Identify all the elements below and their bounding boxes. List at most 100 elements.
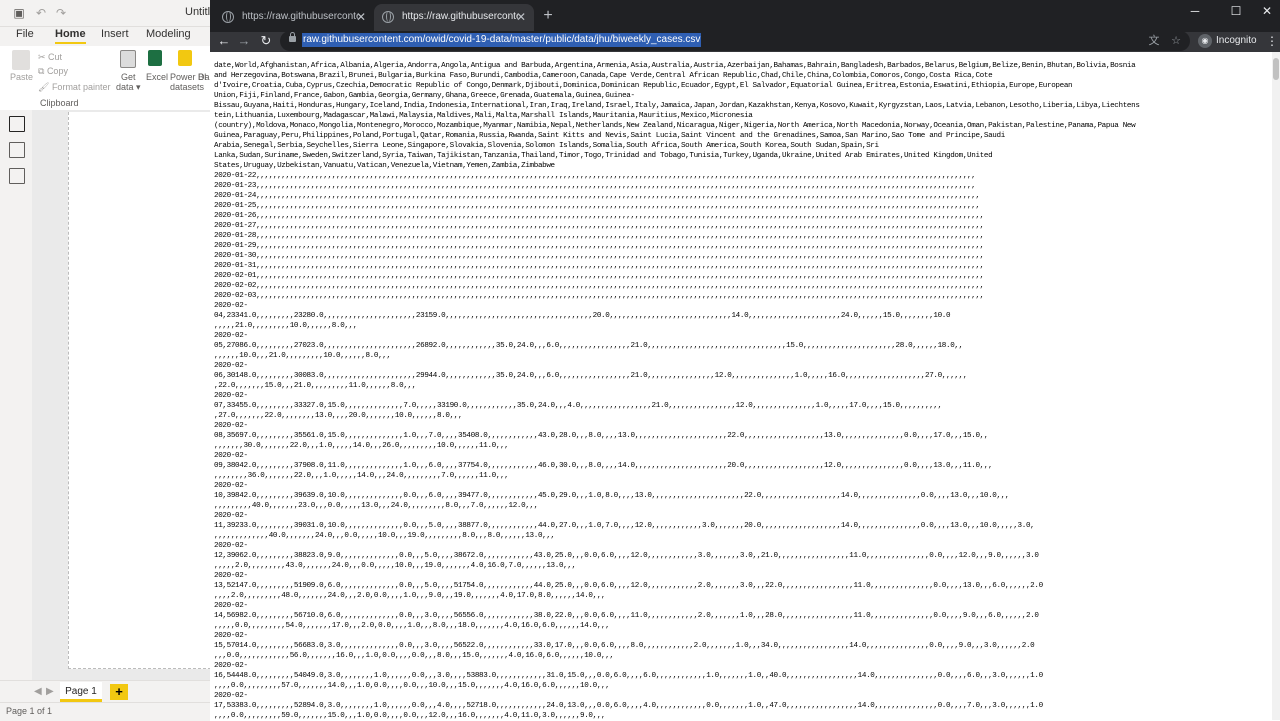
- more-menu-icon[interactable]: ⋮: [1266, 33, 1278, 49]
- csv-line: 2020-02-02,,,,,,,,,,,,,,,,,,,,,,,,,,,,,,…: [214, 282, 984, 290]
- vertical-scrollbar[interactable]: [1272, 52, 1280, 720]
- back-button[interactable]: ←: [216, 33, 232, 49]
- csv-line: 06,30148.0,,,,,,,,,30083.0,,,,,,,,,,,,,,…: [214, 372, 968, 380]
- scrollbar-thumb[interactable]: [1273, 58, 1279, 80]
- page-tab[interactable]: Page 1: [60, 682, 102, 702]
- csv-line: 2020-02-: [214, 422, 248, 430]
- csv-line: 2020-01-24,,,,,,,,,,,,,,,,,,,,,,,,,,,,,,…: [214, 192, 980, 200]
- csv-line: 2020-01-29,,,,,,,,,,,,,,,,,,,,,,,,,,,,,,…: [214, 242, 984, 250]
- csv-line: 07,33455.0,,,,,,,,,33327.0,15.0,,,,,,,,,…: [214, 402, 942, 410]
- tab-2[interactable]: https://raw.githubusercontent.co ✕: [374, 4, 534, 32]
- view-switcher: [0, 110, 33, 704]
- translate-icon[interactable]: 文: [1147, 34, 1161, 48]
- close-tab-2-icon[interactable]: ✕: [516, 4, 526, 30]
- get-data-dropdown[interactable]: data ▾: [116, 82, 141, 93]
- model-view-icon[interactable]: [9, 168, 25, 184]
- forward-button[interactable]: →: [236, 33, 252, 49]
- copy-label: Copy: [46, 66, 68, 76]
- powerbi-titlebar: ▣ ↶ ↷ Untitle: [0, 0, 216, 27]
- format-painter-button[interactable]: 🖌 Format painter: [38, 82, 110, 93]
- csv-line: 2020-02-: [214, 302, 248, 310]
- csv-line: 05,27086.0,,,,,,,,,27023.0,,,,,,,,,,,,,,…: [214, 342, 963, 350]
- close-window-button[interactable]: ✕: [1256, 4, 1278, 18]
- menu-insert[interactable]: Insert: [101, 28, 129, 40]
- prev-page-icon[interactable]: ◀: [34, 686, 42, 697]
- copy-button[interactable]: ⧉ Copy: [38, 66, 68, 77]
- browser-window: https://raw.githubusercontent.co ✕ https…: [210, 0, 1280, 720]
- csv-line: 2020-02-: [214, 452, 248, 460]
- csv-line: ,22.0,,,,,,,15.0,,,21.0,,,,,,,,,11.0,,,,…: [214, 382, 416, 390]
- csv-line: 2020-01-27,,,,,,,,,,,,,,,,,,,,,,,,,,,,,,…: [214, 222, 984, 230]
- csv-line: 2020-02-03,,,,,,,,,,,,,,,,,,,,,,,,,,,,,,…: [214, 292, 984, 300]
- url-text[interactable]: raw.githubusercontent.com/owid/covid-19-…: [302, 33, 702, 47]
- csv-line: ,,,0.0,,,,,,,,,,,,56.0,,,,,,,16.0,,,1.0,…: [214, 652, 614, 660]
- undo-icon[interactable]: ↶: [34, 6, 48, 20]
- close-tab-1-icon[interactable]: ✕: [356, 4, 366, 30]
- datasets-label: datasets: [170, 82, 205, 92]
- tab-1[interactable]: https://raw.githubusercontent.co ✕: [214, 4, 374, 32]
- data-view-icon[interactable]: [9, 142, 25, 158]
- incognito-label: Incognito: [1216, 35, 1257, 46]
- tab-strip: https://raw.githubusercontent.co ✕ https…: [210, 0, 1280, 32]
- page-content: date,World,Afghanistan,Africa,Albania,Al…: [210, 52, 1280, 720]
- menu-home[interactable]: Home: [55, 28, 86, 44]
- redo-icon[interactable]: ↷: [54, 6, 68, 20]
- powerbi-menu: File Home Insert Modeling: [0, 26, 210, 46]
- minimize-button[interactable]: ─: [1184, 4, 1206, 18]
- new-tab-button[interactable]: +: [540, 8, 556, 24]
- get-data-icon[interactable]: [120, 50, 136, 68]
- csv-line: 09,38042.0,,,,,,,,,37908.0,11.0,,,,,,,,,…: [214, 462, 993, 470]
- csv-line: 2020-02-: [214, 602, 248, 610]
- status-bar: Page 1 of 1: [0, 702, 210, 721]
- add-page-button[interactable]: +: [110, 684, 128, 700]
- format-painter-label: Format painter: [51, 82, 111, 92]
- csv-line: tein,Lithuania,Luxembourg,Madagascar,Mal…: [214, 112, 753, 120]
- excel-icon[interactable]: [148, 50, 162, 66]
- csv-line: 2020-02-: [214, 362, 248, 370]
- csv-line: 2020-02-: [214, 482, 248, 490]
- clipboard-group-label: Clipboard: [40, 98, 79, 108]
- csv-line: ,,,,,,,,,40.0,,,,,,,23.0,,,0.0,,,,,13.0,…: [214, 502, 538, 510]
- get-data-label[interactable]: Get: [121, 72, 136, 82]
- csv-line: Arabia,Senegal,Serbia,Seychelles,Sierra …: [214, 142, 879, 150]
- lock-icon[interactable]: [289, 32, 296, 42]
- csv-line: ,,,,,,10.0,,,21.0,,,,,,,,,10.0,,,,,,8.0,…: [214, 352, 391, 360]
- reload-button[interactable]: ↻: [258, 33, 274, 49]
- page-count: Page 1 of 1: [6, 706, 53, 716]
- csv-line: 13,52147.0,,,,,,,,,51909.0,6.0,,,,,,,,,,…: [214, 582, 1043, 590]
- menu-file[interactable]: File: [16, 28, 34, 40]
- tab-1-label: https://raw.githubusercontent.co: [242, 11, 358, 22]
- csv-line: 2020-01-26,,,,,,,,,,,,,,,,,,,,,,,,,,,,,,…: [214, 212, 984, 220]
- csv-line: 2020-02-: [214, 392, 248, 400]
- csv-line: ,,,,,0.0,,,,,,,,,54.0,,,,,,,17.0,,,2.0,0…: [214, 622, 610, 630]
- incognito-icon: ◉: [1198, 34, 1212, 48]
- csv-line: 10,39842.0,,,,,,,,,39639.0,10.0,,,,,,,,,…: [214, 492, 1010, 500]
- next-page-icon[interactable]: ▶: [46, 686, 54, 697]
- address-bar[interactable]: raw.githubusercontent.com/owid/covid-19-…: [280, 31, 1190, 51]
- incognito-profile[interactable]: ◉ Incognito: [1194, 31, 1272, 51]
- csv-line: 08,35697.0,,,,,,,,,35561.0,15.0,,,,,,,,,…: [214, 432, 989, 440]
- globe-icon: [382, 11, 394, 23]
- report-page[interactable]: [68, 112, 211, 669]
- pages-bar: ◀ ▶ Page 1 +: [0, 680, 210, 703]
- csv-line: 2020-01-23,,,,,,,,,,,,,,,,,,,,,,,,,,,,,,…: [214, 182, 976, 190]
- paste-button[interactable]: Paste: [10, 72, 33, 82]
- globe-icon: [222, 11, 234, 23]
- maximize-button[interactable]: ☐: [1225, 4, 1247, 18]
- powerbi-datasets-icon[interactable]: [178, 50, 192, 66]
- paste-icon[interactable]: [12, 50, 30, 70]
- menu-modeling[interactable]: Modeling: [146, 28, 191, 40]
- csv-line: 2020-02-: [214, 572, 248, 580]
- save-icon[interactable]: ▣: [12, 6, 26, 20]
- report-view-icon[interactable]: [9, 116, 25, 132]
- bookmark-star-icon[interactable]: ☆: [1169, 34, 1183, 48]
- cut-button[interactable]: ✂ Cut: [38, 52, 62, 63]
- csv-line: ,,,,0.0,,,,,,,,,57.0,,,,,,,14.0,,,1.0,0.…: [214, 682, 610, 690]
- csv-line: 2020-02-01,,,,,,,,,,,,,,,,,,,,,,,,,,,,,,…: [214, 272, 984, 280]
- excel-button[interactable]: Excel: [146, 72, 168, 82]
- csv-line: 2020-01-31,,,,,,,,,,,,,,,,,,,,,,,,,,,,,,…: [214, 262, 984, 270]
- csv-text: date,World,Afghanistan,Africa,Albania,Al…: [214, 61, 1262, 720]
- csv-line: ,,,,,,,30.0,,,,,,,22.0,,,1.0,,,,,14.0,,,…: [214, 442, 509, 450]
- csv-line: date,World,Afghanistan,Africa,Albania,Al…: [214, 62, 1136, 70]
- csv-line: ,,,,,,,,,,,,,40.0,,,,,,,24.0,,,0.0,,,,,1…: [214, 532, 555, 540]
